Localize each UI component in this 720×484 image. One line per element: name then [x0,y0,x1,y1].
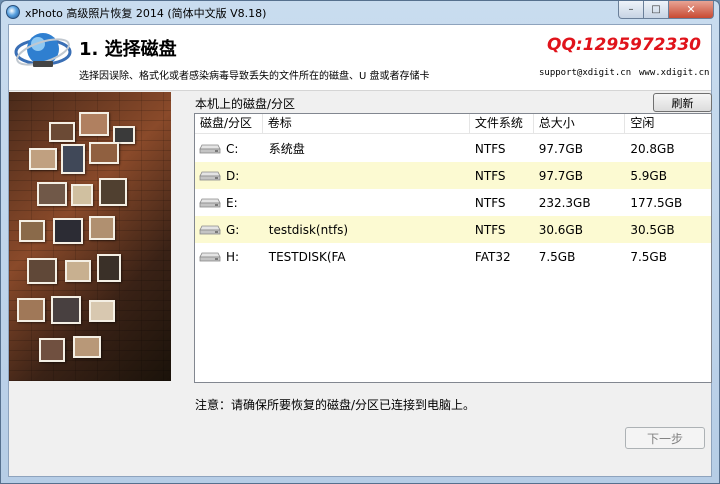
volume-label: TESTDISK(FA [268,249,346,264]
next-step-button[interactable]: 下一步 [625,427,705,449]
total-size: 97.7GB [538,141,583,156]
free-space: 5.9GB [630,168,667,183]
app-icon [6,5,20,19]
header-banner: 1. 选择磁盘 QQ:1295972330 选择因误除、格式化或者感染病毒导致丢… [9,25,711,91]
disk-list-header: 磁盘/分区 卷标 文件系统 总大小 空闲 [195,114,711,134]
file-system: NTFS [474,168,506,183]
file-system: NTFS [474,195,506,210]
total-size: 97.7GB [538,168,583,183]
column-header-label[interactable]: 卷标 [263,114,470,134]
disk-list[interactable]: 磁盘/分区 卷标 文件系统 总大小 空闲 C: 系统盘 NTFS 97.7GB … [194,113,712,383]
file-system: FAT32 [474,249,511,264]
connection-notice: 注意：请确保所要恢复的磁盘/分区已连接到电脑上。 [195,398,476,412]
hard-drive-icon [199,252,221,261]
disk-row-e[interactable]: E: NTFS 232.3GB 177.5GB [195,189,711,216]
free-space: 177.5GB [630,195,683,210]
support-email[interactable]: support@xdigit.cn [539,68,631,78]
app-window: xPhoto 高级照片恢复 2014 (简体中文版 V8.18) – □ ✕ 1… [0,0,720,484]
free-space: 20.8GB [630,141,675,156]
free-space: 7.5GB [630,249,667,264]
volume-label: 系统盘 [268,142,305,156]
minimize-button[interactable]: – [618,1,644,19]
disk-letter: E: [226,195,238,210]
hard-drive-icon [199,144,221,153]
hard-drive-icon [199,225,221,234]
disk-row-d[interactable]: D: NTFS 97.7GB 5.9GB [195,162,711,189]
disk-row-c[interactable]: C: 系统盘 NTFS 97.7GB 20.8GB [195,135,711,162]
client-area: 1. 选择磁盘 QQ:1295972330 选择因误除、格式化或者感染病毒导致丢… [8,24,712,477]
column-header-filesystem[interactable]: 文件系统 [470,114,534,134]
file-system: NTFS [474,141,506,156]
column-header-disk[interactable]: 磁盘/分区 [195,114,263,134]
hard-drive-icon [199,171,221,180]
disk-row-h[interactable]: H: TESTDISK(FA FAT32 7.5GB 7.5GB [195,243,711,270]
title-bar[interactable]: xPhoto 高级照片恢复 2014 (简体中文版 V8.18) – □ ✕ [1,1,719,23]
website-link[interactable]: www.xdigit.cn [639,68,709,78]
refresh-button[interactable]: 刷新 [653,93,712,112]
disk-letter: D: [226,168,240,183]
free-space: 30.5GB [630,222,675,237]
globe-logo-icon [14,33,72,67]
column-header-total-size[interactable]: 总大小 [534,114,626,134]
window-title: xPhoto 高级照片恢复 2014 (简体中文版 V8.18) [25,7,267,20]
disk-row-g[interactable]: G: testdisk(ntfs) NTFS 30.6GB 30.5GB [195,216,711,243]
total-size: 7.5GB [538,249,576,264]
hard-drive-icon [199,198,221,207]
total-size: 232.3GB [538,195,591,210]
column-header-free[interactable]: 空闲 [625,114,711,134]
close-button[interactable]: ✕ [669,1,714,19]
window-controls: – □ ✕ [618,1,714,19]
step-title: 1. 选择磁盘 [79,39,177,60]
total-size: 30.6GB [538,222,583,237]
disk-letter: C: [226,141,239,156]
disk-letter: G: [226,222,240,237]
volume-label: testdisk(ntfs) [268,222,349,237]
qq-contact: QQ:1295972330 [547,35,701,55]
disk-list-title: 本机上的磁盘/分区 [195,97,296,111]
disk-rows: C: 系统盘 NTFS 97.7GB 20.8GB D: NTFS 97.7GB… [195,135,711,270]
decorative-photo-collage [9,92,171,381]
file-system: NTFS [474,222,506,237]
step-description: 选择因误除、格式化或者感染病毒导致丢失的文件所在的磁盘、U 盘或者存储卡 [79,71,430,82]
disk-letter: H: [226,249,240,264]
maximize-button[interactable]: □ [644,1,669,19]
